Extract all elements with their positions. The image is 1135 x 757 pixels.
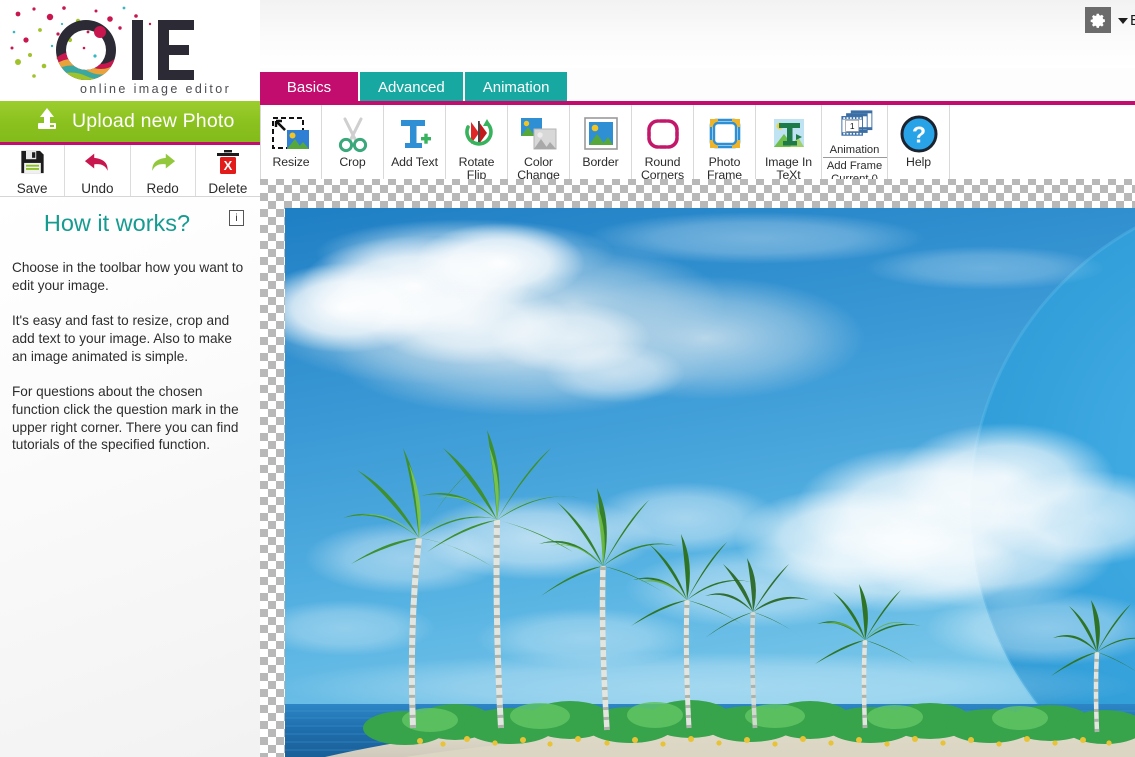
undo-button[interactable]: Undo — [65, 145, 131, 196]
tool-help[interactable]: ? Help — [888, 105, 950, 185]
tool-resize[interactable]: Resize — [260, 105, 322, 185]
delete-button[interactable]: X Delete — [196, 145, 260, 196]
upload-icon — [34, 107, 60, 136]
animation-section[interactable]: 1 Animation — [822, 109, 887, 158]
language-selector[interactable]: English — [1085, 7, 1135, 33]
tool-rotate-flip[interactable]: Rotate Flip — [446, 105, 508, 185]
add-frame-label: Add Frame — [826, 160, 883, 172]
photo-frame-icon — [706, 112, 744, 156]
toolbar: Resize Crop Add Text Rotate Flip Color C… — [260, 105, 1135, 185]
action-button-row: Save Undo Redo X Delete — [0, 145, 260, 197]
redo-button-label: Redo — [146, 181, 179, 196]
upload-new-photo-button[interactable]: Upload new Photo — [0, 101, 260, 145]
round-corners-icon — [644, 112, 682, 156]
delete-button-label: Delete — [208, 181, 248, 196]
help-icon: ? — [899, 112, 939, 156]
language-label-wrap[interactable]: English — [1118, 12, 1135, 29]
canvas-transparency-background[interactable] — [260, 185, 1135, 757]
tool-help-label: Help — [906, 155, 931, 169]
arrow-redo-icon — [148, 149, 178, 180]
svg-text:online image editor: online image editor — [80, 82, 231, 96]
scissors-icon — [334, 112, 372, 156]
tool-round-corners-label: Round Corners — [640, 155, 685, 182]
tab-animation-label: Animation — [482, 79, 550, 96]
tool-animation-add-frame[interactable]: 1 Animation Add Frame Current 0 — [822, 105, 888, 185]
top-bar: English — [260, 0, 1135, 68]
tool-photo-frame-label: Photo Frame — [706, 155, 743, 182]
save-button-label: Save — [16, 181, 48, 196]
sidebar: online image editor Upload new Photo Sav… — [0, 0, 260, 757]
trash-can-icon: X — [215, 149, 241, 180]
tab-basics-label: Basics — [286, 79, 332, 96]
redo-button[interactable]: Redo — [131, 145, 196, 196]
how-it-works-title: How it works? — [43, 210, 191, 236]
svg-text:?: ? — [911, 122, 925, 148]
tab-advanced-label: Advanced — [378, 79, 445, 96]
upload-button-label: Upload new Photo — [72, 110, 235, 132]
chevron-down-icon — [1118, 18, 1128, 24]
animation-frame-number: 1 — [849, 121, 854, 131]
animation-label: Animation — [829, 144, 880, 156]
add-text-icon — [396, 112, 434, 156]
language-label: English — [1130, 12, 1135, 29]
tab-advanced[interactable]: Advanced — [360, 72, 465, 103]
rotate-flip-icon — [458, 112, 496, 156]
edited-image[interactable] — [285, 208, 1135, 757]
how-it-works-paragraph-3: For questions about the chosen function … — [12, 384, 239, 453]
image-editor-app: English — [0, 0, 1135, 757]
tool-border-label: Border — [582, 155, 619, 169]
how-it-works-paragraph-1: Choose in the toolbar how you want to ed… — [12, 259, 244, 293]
arrow-undo-icon — [82, 149, 112, 180]
tab-bar: Basics Advanced Animation — [260, 72, 570, 103]
tool-color-change-label: Color Change — [517, 155, 560, 182]
tool-rotate-flip-label: Rotate Flip — [458, 155, 495, 182]
tool-add-text[interactable]: Add Text — [384, 105, 446, 185]
film-strip-icon: 1 — [834, 109, 876, 144]
tool-resize-label: Resize — [272, 155, 310, 169]
tool-round-corners[interactable]: Round Corners — [632, 105, 694, 185]
info-icon[interactable]: i — [229, 210, 244, 226]
border-icon — [582, 112, 620, 156]
tool-border[interactable]: Border — [570, 105, 632, 185]
tool-photo-frame[interactable]: Photo Frame — [694, 105, 756, 185]
svg-text:X: X — [224, 158, 233, 173]
tool-crop[interactable]: Crop — [322, 105, 384, 185]
how-it-works-panel: How it works? i Choose in the toolbar ho… — [0, 197, 260, 757]
tool-crop-label: Crop — [339, 155, 366, 169]
logo[interactable]: online image editor — [0, 0, 260, 101]
color-change-icon — [519, 112, 559, 156]
tool-color-change[interactable]: Color Change — [508, 105, 570, 185]
tool-image-in-text-label: Image In TeXt — [764, 155, 813, 182]
tool-image-in-text[interactable]: Image In TeXt — [756, 105, 822, 185]
floppy-disk-icon — [19, 149, 46, 180]
image-in-text-icon — [770, 112, 808, 156]
gear-icon[interactable] — [1085, 7, 1111, 33]
resize-icon — [271, 112, 311, 156]
undo-button-label: Undo — [81, 181, 114, 196]
tab-basics[interactable]: Basics — [260, 72, 360, 103]
tab-animation[interactable]: Animation — [464, 72, 570, 103]
how-it-works-paragraph-2: It's easy and fast to resize, crop and a… — [12, 313, 232, 364]
save-button[interactable]: Save — [0, 145, 66, 196]
tool-add-text-label: Add Text — [391, 155, 438, 169]
